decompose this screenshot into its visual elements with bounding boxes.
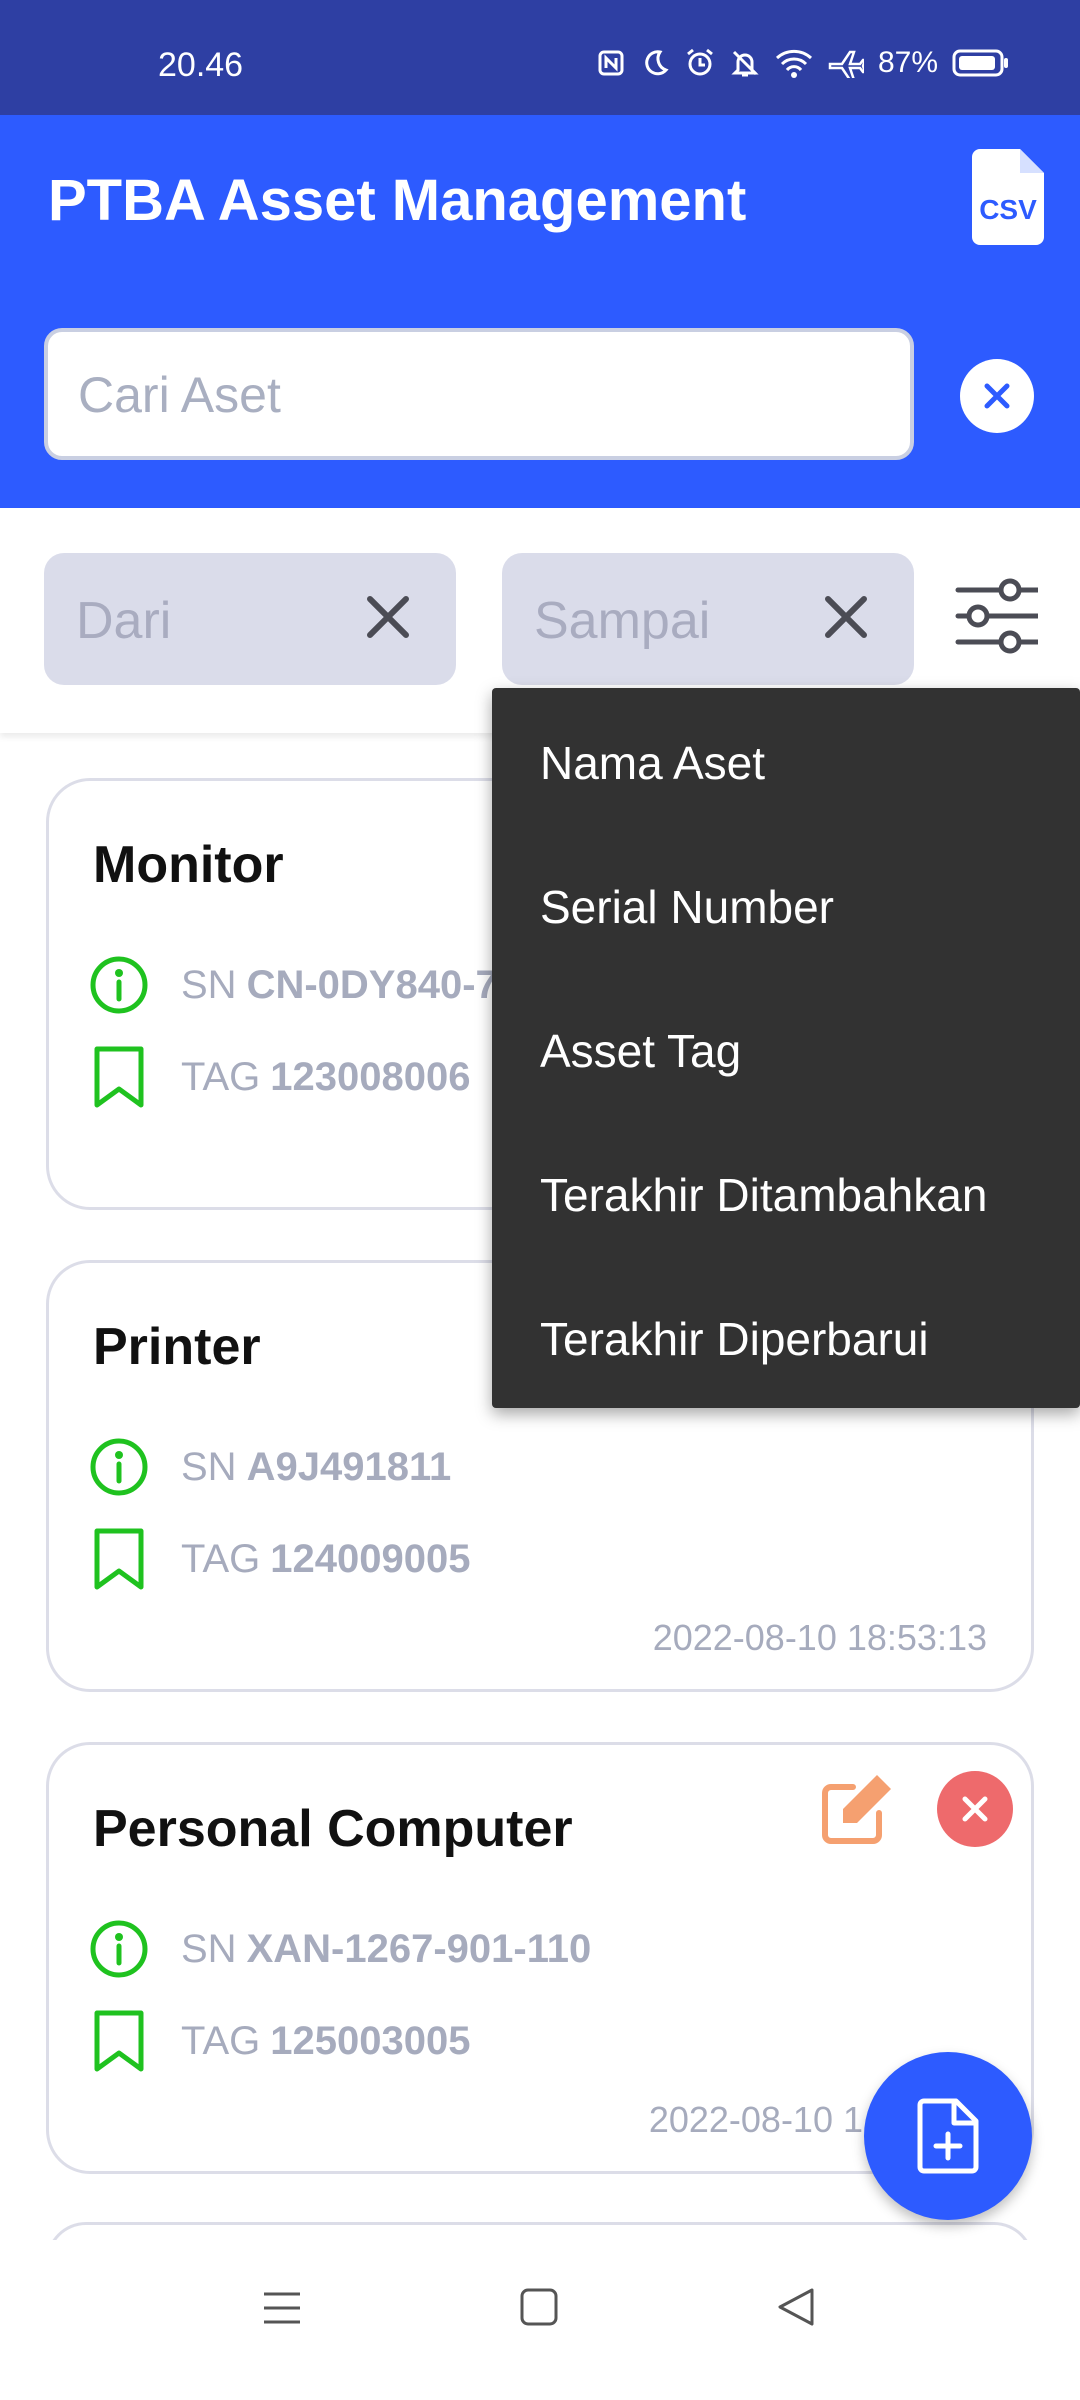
info-icon bbox=[90, 1438, 148, 1496]
search-input[interactable] bbox=[76, 332, 880, 458]
info-icon bbox=[90, 1920, 148, 1978]
alarm-icon bbox=[687, 48, 713, 76]
airplane-icon bbox=[828, 50, 864, 78]
add-asset-button[interactable] bbox=[864, 2052, 1032, 2220]
delete-button[interactable] bbox=[937, 1771, 1013, 1847]
serial-number: XAN-1267-901-110 bbox=[246, 1926, 592, 1971]
serial-label: SN bbox=[181, 1926, 237, 1971]
status-bar: 20.46 87% bbox=[0, 0, 1080, 115]
sort-option-terakhir-diperbarui[interactable]: Terakhir Diperbarui bbox=[540, 1312, 929, 1366]
bookmark-icon bbox=[94, 1528, 144, 1590]
sort-option-asset-tag[interactable]: Asset Tag bbox=[540, 1024, 741, 1078]
edit-icon[interactable] bbox=[817, 1769, 897, 1849]
date-from-placeholder: Dari bbox=[76, 592, 172, 650]
serial-label: SN bbox=[181, 962, 237, 1007]
asset-tag: 125003005 bbox=[270, 2018, 471, 2063]
serial-number: A9J491811 bbox=[246, 1444, 452, 1489]
clear-date-from-icon[interactable] bbox=[360, 589, 416, 645]
sort-menu: Nama Aset Serial Number Asset Tag Terakh… bbox=[492, 688, 1080, 1408]
date-from-field[interactable]: Dari bbox=[44, 553, 456, 685]
nfc-icon bbox=[598, 50, 624, 76]
page-title: PTBA Asset Management bbox=[48, 168, 747, 233]
sort-filter-icon[interactable] bbox=[954, 574, 1038, 658]
asset-name: Monitor bbox=[93, 836, 284, 894]
close-icon bbox=[984, 383, 1010, 409]
status-icons: 87% bbox=[596, 46, 1010, 80]
tag-label: TAG bbox=[181, 1536, 261, 1581]
tag-label: TAG bbox=[181, 1054, 261, 1099]
clear-date-to-icon[interactable] bbox=[818, 589, 874, 645]
asset-name: Printer bbox=[93, 1318, 261, 1376]
back-icon[interactable] bbox=[776, 2286, 816, 2328]
asset-date: 2022-08-10 1 bbox=[648, 2099, 863, 2140]
asset-name: Personal Computer bbox=[93, 1800, 573, 1858]
mute-icon bbox=[731, 50, 759, 77]
date-to-placeholder: Sampai bbox=[534, 592, 711, 650]
bookmark-icon bbox=[94, 2010, 144, 2072]
sort-option-terakhir-ditambahkan[interactable]: Terakhir Ditambahkan bbox=[540, 1168, 987, 1222]
close-icon bbox=[962, 1796, 988, 1822]
battery-icon bbox=[952, 49, 1008, 77]
moon-icon bbox=[645, 50, 669, 76]
asset-tag: 123008006 bbox=[270, 1054, 471, 1099]
wifi-icon bbox=[775, 49, 812, 78]
status-time: 20.46 bbox=[158, 46, 244, 84]
battery-percent: 87% bbox=[877, 46, 938, 79]
add-file-icon bbox=[917, 2098, 979, 2174]
export-csv-button[interactable]: CSV bbox=[972, 149, 1044, 245]
sort-option-serial-number[interactable]: Serial Number bbox=[540, 880, 834, 934]
bookmark-icon bbox=[94, 1046, 144, 1108]
system-nav-bar bbox=[0, 2240, 1080, 2400]
csv-file-icon: CSV bbox=[972, 149, 1044, 245]
search-box bbox=[44, 328, 914, 460]
app-bar: PTBA Asset Management CSV bbox=[0, 115, 1080, 508]
serial-number: CN-0DY840-7 bbox=[246, 962, 498, 1007]
serial-label: SN bbox=[181, 1444, 237, 1489]
asset-date: 2022-08-10 18:53:13 bbox=[652, 1617, 987, 1658]
home-icon[interactable] bbox=[518, 2286, 560, 2328]
clear-search-button[interactable] bbox=[960, 359, 1034, 433]
asset-tag: 124009005 bbox=[270, 1536, 471, 1581]
tag-label: TAG bbox=[181, 2018, 261, 2063]
menu-icon[interactable] bbox=[262, 2288, 302, 2328]
info-icon bbox=[90, 956, 148, 1014]
sort-option-nama-aset[interactable]: Nama Aset bbox=[540, 736, 765, 790]
csv-label: CSV bbox=[979, 194, 1037, 225]
date-to-field[interactable]: Sampai bbox=[502, 553, 914, 685]
